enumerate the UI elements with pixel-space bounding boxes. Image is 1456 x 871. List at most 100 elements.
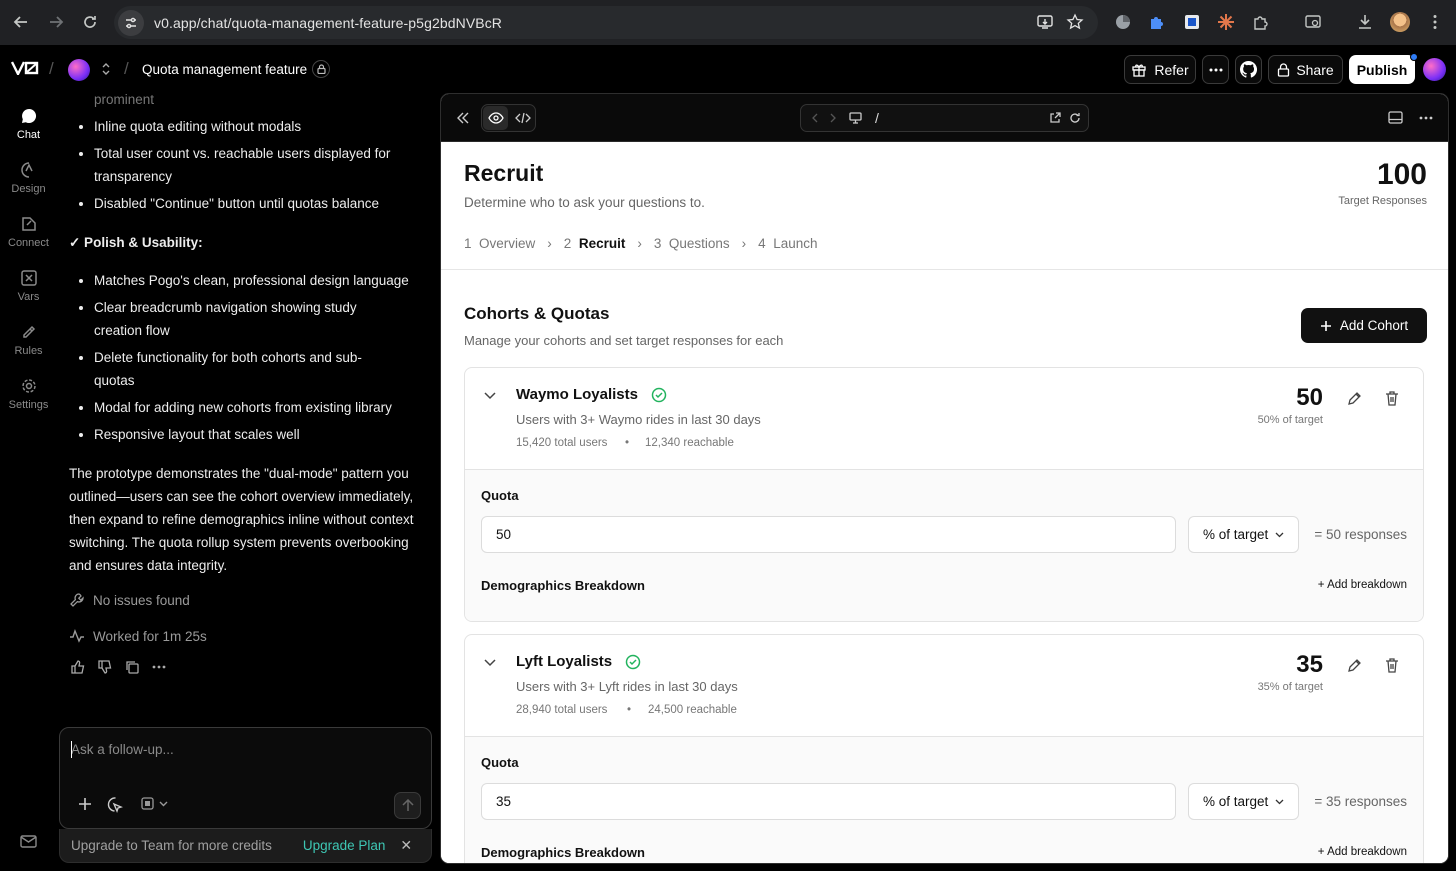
quota-unit-select[interactable]: % of target (1188, 516, 1299, 553)
project-name[interactable]: Quota management feature (142, 62, 307, 77)
trash-icon[interactable] (1385, 391, 1399, 406)
no-issues-row: No issues found (69, 592, 190, 608)
composer-input[interactable]: Ask a follow-up... (71, 742, 174, 757)
external-link-icon[interactable] (1049, 112, 1061, 124)
step-overview[interactable]: 1 Overview (464, 236, 535, 251)
site-settings-icon[interactable] (118, 9, 144, 36)
share-button[interactable]: Share (1268, 55, 1343, 84)
lock-icon[interactable] (312, 60, 330, 78)
upgrade-plan-link[interactable]: Upgrade Plan (303, 838, 386, 853)
collapse-chevrons-icon[interactable] (457, 112, 469, 124)
chat-composer: Ask a follow-up... (59, 727, 432, 829)
more-dots-icon[interactable] (1419, 116, 1433, 120)
chevron-right-icon[interactable] (830, 113, 837, 123)
extension-badge-icon[interactable] (1178, 8, 1206, 36)
browser-menu-icon[interactable] (1421, 8, 1449, 36)
reload-icon (84, 16, 96, 28)
recruit-page: Recruit Determine who to ask your questi… (441, 142, 1448, 863)
back-button[interactable] (6, 7, 36, 37)
extension-sparkle-icon[interactable] (1212, 8, 1240, 36)
refresh-icon[interactable] (1069, 112, 1081, 124)
rail-item-rules[interactable]: Rules (0, 323, 57, 357)
more-dots-icon[interactable] (151, 659, 167, 675)
model-selector[interactable] (140, 796, 168, 811)
more-button[interactable] (1202, 55, 1229, 84)
thumbs-down-icon[interactable] (97, 659, 113, 675)
preview-toolbar: / (441, 94, 1448, 142)
design-mode-icon[interactable] (107, 796, 124, 813)
team-avatar[interactable] (68, 59, 90, 81)
copy-icon[interactable] (124, 659, 140, 675)
quota-unit-select[interactable]: % of target (1188, 783, 1299, 820)
no-issues-text: No issues found (93, 592, 190, 608)
preview-path[interactable]: / (875, 110, 879, 126)
trash-icon[interactable] (1385, 658, 1399, 673)
demographics-label: Demographics Breakdown (481, 845, 645, 860)
chat-panel: prominent Inline quota editing without m… (57, 93, 440, 871)
polish-heading: ✓ Polish & Usability: (69, 235, 203, 250)
tab-search-icon[interactable] (1299, 8, 1327, 36)
profile-avatar[interactable] (1386, 8, 1414, 36)
add-breakdown-link[interactable]: + Add breakdown (1318, 579, 1407, 591)
separator-slash: / (49, 59, 54, 78)
reload-button[interactable] (75, 7, 105, 37)
install-app-icon[interactable] (1036, 13, 1054, 31)
check-circle-icon (651, 387, 667, 403)
extension-puzzle-blue-icon[interactable] (1143, 8, 1171, 36)
step-launch[interactable]: 4 Launch (758, 236, 817, 251)
code-mode-button[interactable] (510, 106, 535, 130)
vars-icon (20, 270, 37, 286)
connect-icon (21, 217, 36, 231)
select-value: % of target (1203, 794, 1269, 809)
thumbs-up-icon[interactable] (70, 659, 86, 675)
breadcrumb: 1 Overview › 2 Recruit › 3 Questions › 4… (464, 236, 818, 251)
pencil-icon[interactable] (1347, 658, 1362, 673)
monitor-icon[interactable] (849, 112, 862, 124)
rail-item-vars[interactable]: Vars (0, 269, 57, 303)
left-rail: Chat Design Connect Vars Rules Settings (0, 93, 57, 871)
rail-item-connect[interactable]: Connect (0, 215, 57, 249)
rail-item-chat[interactable]: Chat (0, 107, 57, 141)
chevron-down-icon[interactable] (484, 659, 496, 667)
chevron-up-down-icon[interactable] (101, 62, 111, 76)
pencil-icon[interactable] (1347, 391, 1362, 406)
separator-slash: / (124, 59, 129, 78)
preview-mode-button[interactable] (483, 106, 508, 130)
chevron-right-icon: › (547, 236, 552, 251)
bullet-separator: • (625, 437, 630, 449)
user-avatar[interactable] (1423, 58, 1446, 81)
panel-layout-icon[interactable] (1388, 111, 1403, 124)
worked-for-row[interactable]: Worked for 1m 25s (69, 628, 207, 644)
cohort-quota-section: Quota 35 % of target = 35 responses Demo… (465, 736, 1423, 863)
downloads-icon[interactable] (1351, 8, 1379, 36)
plus-icon[interactable] (78, 797, 92, 811)
worked-for-text: Worked for 1m 25s (93, 628, 207, 644)
add-cohort-button[interactable]: Add Cohort (1301, 308, 1427, 343)
add-breakdown-link[interactable]: + Add breakdown (1318, 846, 1407, 858)
rail-item-design[interactable]: Design (0, 161, 57, 195)
list-item: Delete functionality for both cohorts an… (79, 346, 394, 392)
publish-button[interactable]: Publish (1349, 55, 1415, 84)
address-bar[interactable]: v0.app/chat/quota-management-feature-p5g… (114, 6, 1098, 39)
v0-logo[interactable] (11, 61, 39, 75)
close-icon[interactable]: ✕ (400, 837, 412, 854)
upgrade-text: Upgrade to Team for more credits (71, 838, 272, 853)
quota-input[interactable]: 35 (481, 783, 1176, 820)
share-label: Share (1296, 61, 1334, 78)
wrench-icon (70, 593, 84, 607)
mail-icon[interactable] (20, 835, 37, 848)
send-button[interactable] (394, 792, 421, 819)
bookmark-star-icon[interactable] (1066, 13, 1084, 31)
rail-item-settings[interactable]: Settings (0, 377, 57, 411)
refer-button[interactable]: Refer (1124, 55, 1196, 84)
extensions-puzzle-icon[interactable] (1247, 8, 1275, 36)
chevron-left-icon[interactable] (811, 113, 818, 123)
url-text[interactable]: v0.app/chat/quota-management-feature-p5g… (154, 15, 502, 31)
extension-pie-icon[interactable] (1109, 8, 1137, 36)
step-recruit[interactable]: 2 Recruit (564, 236, 626, 251)
step-questions[interactable]: 3 Questions (654, 236, 730, 251)
quota-input[interactable]: 50 (481, 516, 1176, 553)
chevron-down-icon[interactable] (484, 392, 496, 400)
github-button[interactable] (1235, 55, 1262, 84)
forward-button[interactable] (41, 7, 71, 37)
